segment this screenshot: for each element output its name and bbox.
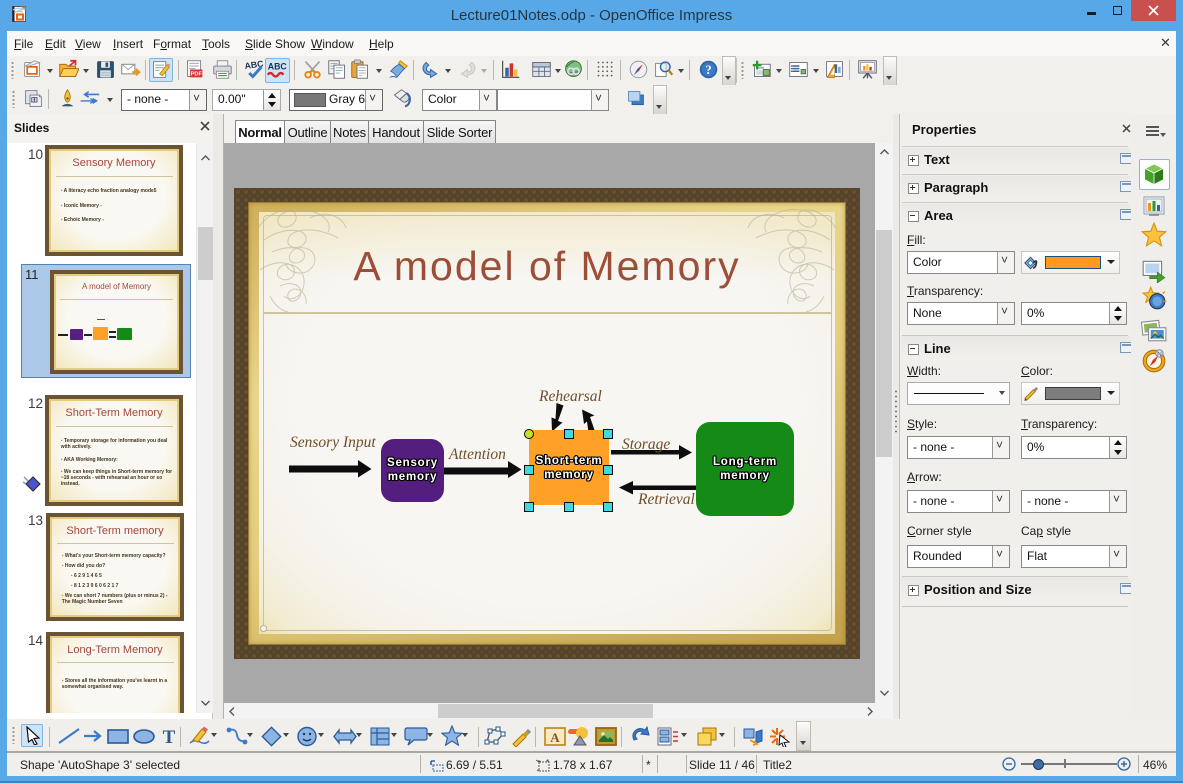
svg-text:?: ? [705,63,711,77]
svg-text:A: A [550,730,560,745]
svg-text:PDF: PDF [191,72,203,78]
svg-text:N: N [1157,351,1162,358]
svg-text:T: T [163,727,176,746]
svg-text:ABC: ABC [268,62,287,72]
svg-text:ABC: ABC [244,59,265,71]
